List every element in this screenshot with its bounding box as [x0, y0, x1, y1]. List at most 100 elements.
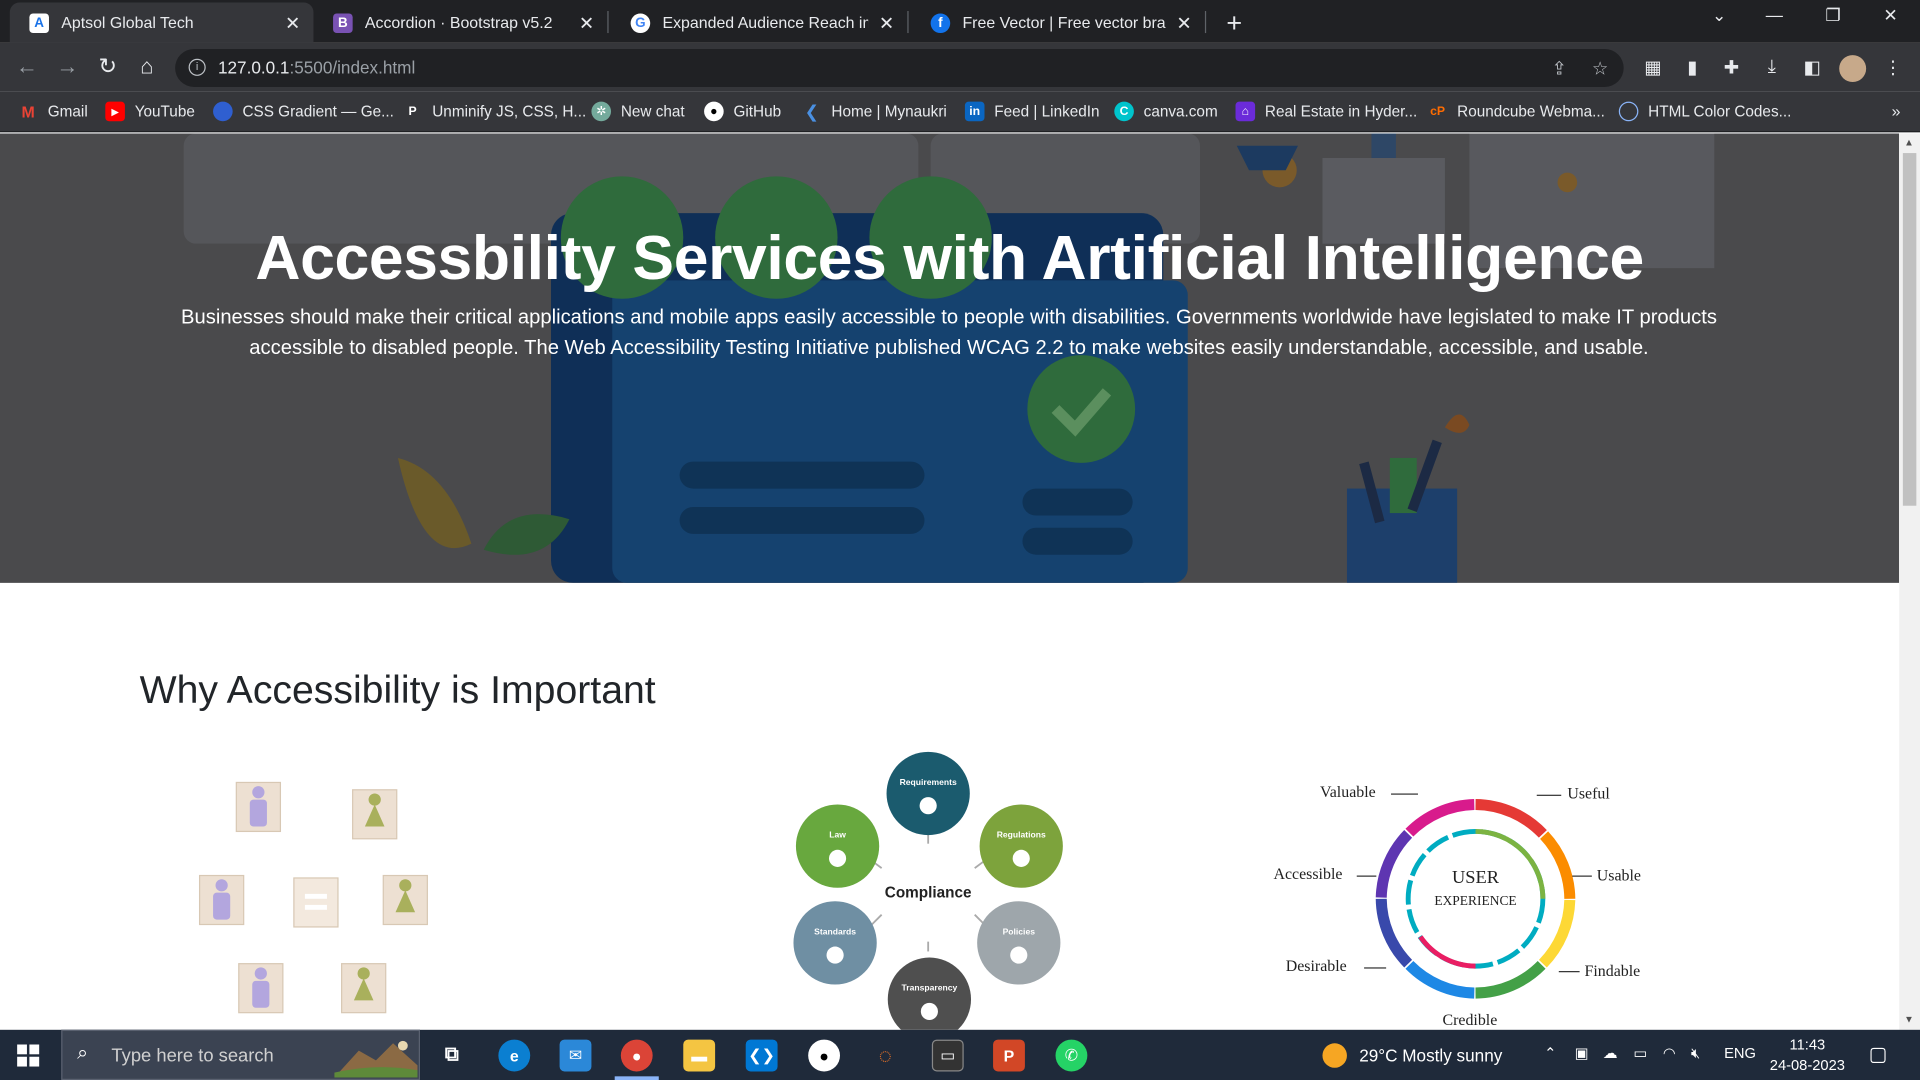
tab-bootstrap[interactable]: B Accordion · Bootstrap v5.2 ✕ — [313, 2, 607, 42]
tab-google-images[interactable]: G Expanded Audience Reach image ✕ — [611, 2, 907, 42]
whatsapp-icon[interactable]: ✆ — [1055, 1039, 1088, 1072]
hero-title: Accessbility Services with Artificial In… — [255, 222, 1644, 293]
bookmark-gmail[interactable]: M Gmail — [18, 102, 88, 122]
bookmark-label: GitHub — [733, 102, 782, 121]
language-indicator[interactable]: ENG — [1724, 1044, 1756, 1061]
jupyter-icon[interactable]: ◌ — [869, 1040, 901, 1072]
bookmark-html-colors[interactable]: HTML Color Codes... — [1618, 101, 1791, 122]
github-desktop-icon[interactable]: ● — [808, 1039, 841, 1072]
leader-line — [1356, 875, 1377, 877]
tab-aptsol[interactable]: A Aptsol Global Tech ✕ — [9, 2, 314, 43]
bookmark-css-gradient[interactable]: CSS Gradient — Ge... — [213, 101, 394, 122]
meet-icon[interactable]: ▣ — [1575, 1044, 1589, 1061]
ux-label-valuable: Valuable — [1320, 782, 1376, 801]
bookmark-roundcube[interactable]: cP Roundcube Webma... — [1428, 102, 1605, 122]
tab-separator — [607, 11, 609, 34]
home-icon[interactable]: ⌂ — [133, 54, 160, 80]
profile-avatar[interactable] — [1839, 55, 1867, 83]
file-explorer-icon[interactable]: ▬ — [683, 1039, 716, 1072]
task-view-icon[interactable]: ⧉ — [436, 1040, 468, 1072]
bookmark-real-estate[interactable]: ⌂ Real Estate in Hyder... — [1235, 101, 1417, 122]
bookmark-label: YouTube — [134, 102, 195, 121]
browser-toolbar: ← → ↻ ⌂ i 127.0.0.1:5500/index.html ⇪ ☆ — [0, 42, 1920, 92]
node-label: Standards — [814, 928, 857, 937]
powerpoint-icon[interactable]: P — [993, 1039, 1025, 1072]
close-window-button[interactable]: ✕ — [1872, 5, 1909, 26]
notifications-icon[interactable]: ▢ — [1869, 1042, 1888, 1066]
active-app-indicator — [614, 1076, 659, 1080]
vscode-icon[interactable]: ❮❯ — [745, 1039, 778, 1072]
download-icon[interactable]: ⤓ — [1760, 56, 1784, 77]
bookmark-label: Gmail — [47, 102, 88, 121]
new-tab-button[interactable]: + — [1220, 7, 1249, 39]
url-host: 127.0.0.1 — [217, 57, 290, 78]
clock[interactable]: 11:43 24-08-2023 — [1763, 1035, 1851, 1077]
bookmark-youtube[interactable]: ▶ YouTube — [105, 101, 195, 122]
bookmarks-bar: M Gmail ▶ YouTube CSS Gradient — Ge... P Un… — [0, 91, 1920, 133]
tab-separator — [907, 11, 909, 34]
extensions-puzzle-icon[interactable]: ✚ — [1719, 56, 1743, 79]
address-bar[interactable]: i 127.0.0.1:5500/index.html ⇪ ☆ — [175, 48, 1624, 87]
mail-icon[interactable]: ✉ — [559, 1039, 592, 1072]
taskbar-search-box[interactable]: ⌕ Type here to search — [61, 1029, 421, 1080]
terminal-icon[interactable]: ▭ — [931, 1039, 964, 1072]
page-scrollbar[interactable]: ▲ ▼ — [1899, 133, 1920, 1030]
close-icon[interactable]: ✕ — [878, 12, 895, 34]
leader-line — [1364, 967, 1387, 969]
more-bookmarks-icon[interactable]: » — [1892, 102, 1901, 120]
block-woman-bottom — [341, 963, 387, 1014]
bookmark-github[interactable]: ● GitHub — [704, 101, 782, 122]
site-info-icon[interactable]: i — [188, 58, 206, 76]
wifi-icon[interactable]: ◠ — [1663, 1044, 1676, 1061]
linkedin-icon: in — [964, 101, 985, 122]
reload-icon[interactable]: ↻ — [94, 54, 121, 80]
ux-center-subtitle: EXPERIENCE — [1434, 893, 1517, 909]
url-text[interactable]: 127.0.0.1:5500/index.html — [218, 58, 415, 78]
share-icon[interactable]: ⇪ — [1551, 58, 1566, 80]
bookmark-canva[interactable]: Ccanva.com — [1114, 101, 1218, 122]
close-icon[interactable]: ✕ — [284, 12, 301, 34]
equality-blocks-image — [198, 781, 428, 1014]
bookmark-new-chat[interactable]: ✲ New chat — [591, 101, 685, 122]
unminify-icon: P — [408, 104, 417, 119]
close-icon[interactable]: ✕ — [1176, 12, 1193, 34]
block-man-top — [235, 781, 282, 833]
minimize-button[interactable]: — — [1756, 5, 1793, 25]
web-page: Accessbility Services with Artificial In… — [0, 133, 1900, 1030]
bookmark-unminify[interactable]: P Unminify JS, CSS, H... — [403, 102, 587, 122]
menu-kebab-icon[interactable]: ⋮ — [1881, 56, 1905, 79]
battery-icon[interactable]: ▭ — [1633, 1044, 1647, 1061]
scrollbar-thumb[interactable] — [1902, 153, 1917, 506]
bookmark-label: Home | Mynaukri — [831, 102, 947, 121]
extension-calendar-icon[interactable]: ▦ — [1641, 56, 1665, 79]
bookmark-mynaukri[interactable]: ❮ Home | Mynaukri — [802, 101, 947, 122]
edge-icon[interactable]: e — [498, 1039, 531, 1072]
volume-muted-icon[interactable]: 🔇︎ — [1691, 1044, 1700, 1062]
windows-start-icon[interactable] — [17, 1044, 40, 1067]
bookmark-star-icon[interactable]: ☆ — [1592, 58, 1608, 80]
scroll-up-arrow-icon[interactable]: ▲ — [1904, 137, 1914, 148]
tab-search-chevron-icon[interactable]: ⌄ — [1701, 5, 1738, 26]
compliance-node-regulations: Regulations — [979, 804, 1063, 888]
leader-line — [1391, 793, 1418, 795]
close-icon[interactable]: ✕ — [578, 12, 595, 34]
bookmark-label: Feed | LinkedIn — [994, 102, 1100, 121]
compliance-node-law: Law — [795, 804, 880, 888]
tab-freepik[interactable]: f Free Vector | Free vector brand a ✕ — [911, 2, 1205, 42]
extension-bottle-icon[interactable]: ▮ — [1680, 56, 1704, 79]
side-panel-icon[interactable]: ◧ — [1800, 56, 1824, 79]
back-arrow-icon[interactable]: ← — [13, 54, 40, 80]
scroll-down-arrow-icon[interactable]: ▼ — [1904, 1014, 1914, 1025]
chevron-up-icon[interactable]: ⌃ — [1544, 1044, 1556, 1061]
ux-label-credible: Credible — [1442, 1010, 1498, 1029]
restore-button[interactable]: ❐ — [1815, 5, 1852, 26]
node-label: Requirements — [899, 778, 957, 788]
clock-date: 24-08-2023 — [1769, 1056, 1845, 1074]
bookmark-linkedin[interactable]: in Feed | LinkedIn — [964, 101, 1100, 122]
chrome-icon[interactable]: ● — [620, 1039, 653, 1072]
forward-arrow-icon[interactable]: → — [54, 54, 81, 80]
weather-widget[interactable]: 29°C Mostly sunny — [1322, 1043, 1502, 1068]
cloud-icon[interactable]: ☁ — [1603, 1044, 1618, 1061]
bookmark-label: Roundcube Webma... — [1457, 102, 1605, 121]
google-favicon-icon: G — [630, 12, 651, 33]
